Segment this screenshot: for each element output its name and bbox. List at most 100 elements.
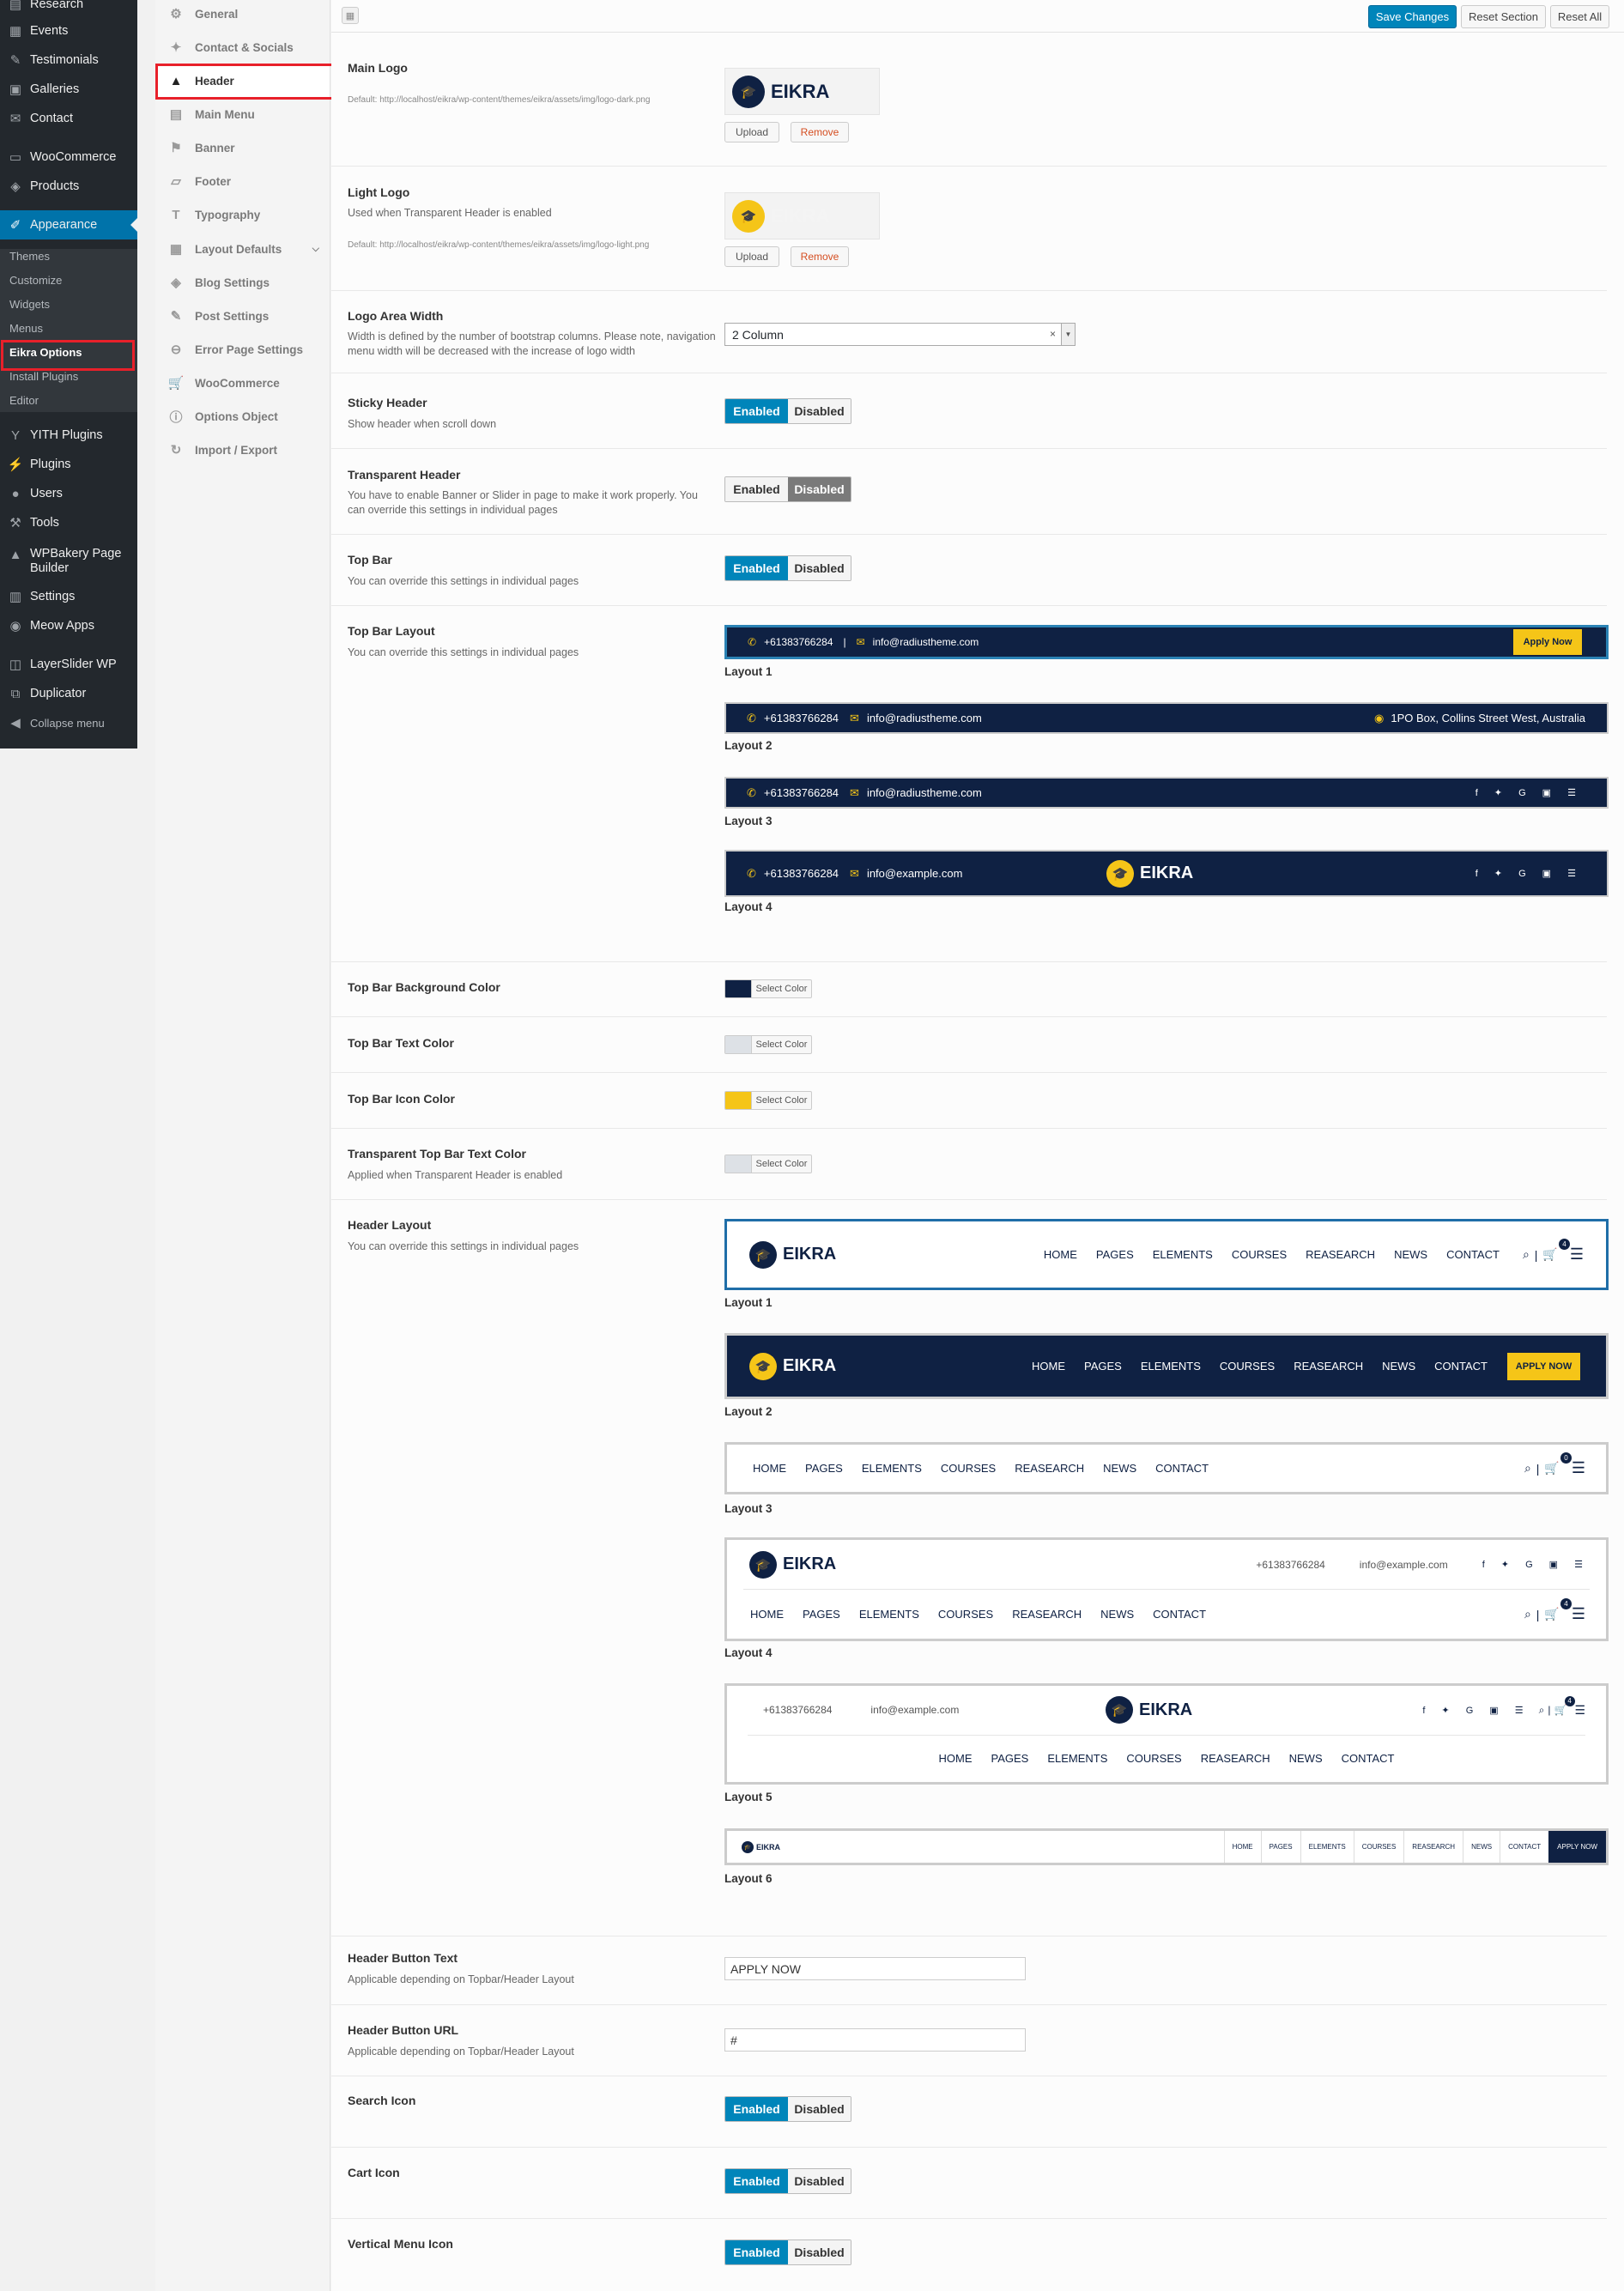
header-layout-6[interactable]: 🎓 EIKRA HOME PAGES ELEMENTS COURSES REASE… <box>724 1828 1609 1865</box>
header-layout-4[interactable]: 🎓 EIKRA +61383766284 info@example.com f ✦… <box>724 1537 1609 1641</box>
clear-icon[interactable]: × <box>1050 328 1056 340</box>
header-layout-1[interactable]: 🎓 EIKRA HOME PAGES ELEMENTS COURSES REASEARCH… <box>724 1219 1609 1290</box>
cart-icon: 🛒 <box>1542 1247 1558 1261</box>
divider <box>331 290 1607 291</box>
light-logo-remove-button[interactable]: Remove <box>791 246 849 267</box>
expand-icon[interactable]: ▦ <box>342 7 359 24</box>
enabled-option[interactable]: Enabled <box>725 2240 788 2264</box>
tb-bg-color-picker[interactable]: Select Color <box>724 979 812 998</box>
top-bar-layout-2[interactable]: ✆ +61383766284 ✉ info@radiustheme.com ◉ 1PO … <box>724 702 1609 734</box>
cart-icon-toggle[interactable]: Enabled Disabled <box>724 2168 851 2194</box>
header-layout-5[interactable]: +61383766284 info@example.com 🎓 EIKRA f ✦… <box>724 1683 1609 1785</box>
top-bar-toggle[interactable]: Enabled Disabled <box>724 555 851 581</box>
disabled-option[interactable]: Disabled <box>788 2097 851 2121</box>
reset-section-button[interactable]: Reset Section <box>1461 5 1546 28</box>
wp-menu-galleries[interactable]: ▣ Galleries <box>0 76 137 102</box>
graduation-cap-icon: 🎓 <box>749 1352 777 1380</box>
header-button-text-label: Header Button Text <box>348 1951 458 1965</box>
nav-typography[interactable]: T Typography <box>155 198 330 231</box>
transparent-header-label: Transparent Header <box>348 468 461 482</box>
wp-menu-settings[interactable]: ▥ Settings <box>0 584 137 609</box>
graduation-cap-icon: 🎓 <box>1106 859 1134 888</box>
search-icon-label: Search Icon <box>348 2094 416 2107</box>
transparent-header-toggle[interactable]: Enabled Disabled <box>724 476 851 502</box>
wp-menu-yith[interactable]: Y YITH Plugins <box>0 422 137 448</box>
wp-menu-plugins[interactable]: ⚡ Plugins <box>0 452 137 477</box>
reset-all-button[interactable]: Reset All <box>1550 5 1609 28</box>
nav-blog-settings[interactable]: ◈ Blog Settings <box>155 266 330 299</box>
wp-menu-woocommerce[interactable]: ▭ WooCommerce <box>0 144 137 170</box>
disabled-option[interactable]: Disabled <box>788 399 851 423</box>
header-layout-label: Header Layout <box>348 1218 432 1232</box>
cart-icon: 🛒 <box>1544 1607 1560 1621</box>
wp-menu-wpbakery[interactable]: ▲ WPBakery Page Builder <box>0 544 137 579</box>
cart-icon: 🛒 <box>167 376 185 391</box>
nav-main-menu[interactable]: ▤ Main Menu <box>155 98 330 130</box>
wp-menu-tools[interactable]: ⚒ Tools <box>0 510 137 536</box>
disabled-option[interactable]: Disabled <box>788 556 851 580</box>
top-bar-layout-3[interactable]: ✆ +61383766284 ✉ info@radiustheme.com f ✦ G… <box>724 777 1609 809</box>
wp-menu-meow[interactable]: ◉ Meow Apps <box>0 613 137 639</box>
header-button-url-input[interactable]: # <box>724 2028 1026 2052</box>
top-bar-layout-1[interactable]: ✆ +61383766284 | ✉ info@radiustheme.com Appl… <box>724 625 1609 659</box>
disabled-option[interactable]: Disabled <box>788 2169 851 2193</box>
tr-text-color-picker[interactable]: Select Color <box>724 1155 812 1173</box>
disabled-option[interactable]: Disabled <box>788 477 851 501</box>
enabled-option[interactable]: Enabled <box>725 399 788 423</box>
submenu-menus[interactable]: Menus <box>9 322 43 336</box>
wp-menu-contact[interactable]: ✉ Contact <box>0 106 137 131</box>
logo-width-select[interactable]: 2 Column × ▼ <box>724 323 1076 346</box>
wp-menu-collapse[interactable]: ◀ Collapse menu <box>0 710 137 736</box>
submenu-themes[interactable]: Themes <box>9 250 50 264</box>
nav-post-settings[interactable]: ✎ Post Settings <box>155 300 330 332</box>
header-layout-3[interactable]: HOME PAGES ELEMENTS COURSES REASEARCH NEWS CON… <box>724 1442 1609 1494</box>
wp-menu-research[interactable]: ▤ Research <box>0 0 137 17</box>
submenu-customize[interactable]: Customize <box>9 274 62 288</box>
light-logo-upload-button[interactable]: Upload <box>724 246 779 267</box>
enabled-option[interactable]: Enabled <box>725 556 788 580</box>
header-button-text-input[interactable]: APPLY NOW <box>724 1957 1026 1980</box>
save-changes-button[interactable]: Save Changes <box>1368 5 1457 28</box>
nav-footer[interactable]: ▱ Footer <box>155 165 330 197</box>
nav-options-object[interactable]: ⓘ Options Object <box>155 400 330 433</box>
wp-menu-duplicator[interactable]: ⧉ Duplicator <box>0 681 137 706</box>
nav-banner[interactable]: ⚑ Banner <box>155 131 330 164</box>
phone-icon: ✆ <box>747 785 756 799</box>
tb-icon-color-picker[interactable]: Select Color <box>724 1091 812 1110</box>
top-bar-layout-4[interactable]: ✆ +61383766284 ✉ info@example.com 🎓 EIKRA f … <box>724 850 1609 897</box>
nav-error-page[interactable]: ⊖ Error Page Settings <box>155 333 330 366</box>
wp-menu-events[interactable]: ▦ Events <box>0 18 137 44</box>
graduation-cap-icon: 🎓 <box>1106 1696 1133 1724</box>
nav-general[interactable]: ⚙ General <box>155 0 330 30</box>
graduation-cap-icon: 🎓 <box>732 75 765 108</box>
nav-layout-defaults[interactable]: ▦ Layout Defaults ⌵ <box>155 233 330 265</box>
nav-woocommerce[interactable]: 🛒 WooCommerce <box>155 367 330 399</box>
enabled-option[interactable]: Enabled <box>725 2169 788 2193</box>
main-logo-desc: Default: http://localhost/eikra/wp-conte… <box>348 95 651 105</box>
wp-menu-testimonials[interactable]: ✎ Testimonials <box>0 47 137 73</box>
nav-contact-socials[interactable]: ✦ Contact & Socials <box>155 31 330 64</box>
wp-menu-users[interactable]: ● Users <box>0 481 137 506</box>
vertical-menu-icon-label: Vertical Menu Icon <box>348 2237 453 2251</box>
enabled-option[interactable]: Enabled <box>725 2097 788 2121</box>
phone-icon: ✆ <box>747 711 756 724</box>
dropdown-arrow-icon[interactable]: ▼ <box>1061 324 1075 345</box>
envelope-icon: ✉ <box>850 785 859 799</box>
vertical-menu-icon-toggle[interactable]: Enabled Disabled <box>724 2239 851 2265</box>
wp-menu-appearance[interactable]: ✐ Appearance <box>0 210 137 239</box>
search-icon-toggle[interactable]: Enabled Disabled <box>724 2096 851 2122</box>
submenu-editor[interactable]: Editor <box>9 394 39 408</box>
hamburger-icon: ☰ <box>1571 1459 1585 1476</box>
main-logo-remove-button[interactable]: Remove <box>791 122 849 142</box>
wp-menu-layerslider[interactable]: ◫ LayerSlider WP <box>0 652 137 677</box>
sticky-header-toggle[interactable]: Enabled Disabled <box>724 398 851 424</box>
enabled-option[interactable]: Enabled <box>725 477 788 501</box>
wp-menu-products[interactable]: ◈ Products <box>0 173 137 199</box>
disabled-option[interactable]: Disabled <box>788 2240 851 2264</box>
submenu-install-plugins[interactable]: Install Plugins <box>9 370 78 384</box>
main-logo-upload-button[interactable]: Upload <box>724 122 779 142</box>
nav-import-export[interactable]: ↻ Import / Export <box>155 433 330 466</box>
tb-text-color-picker[interactable]: Select Color <box>724 1035 812 1054</box>
header-layout-2[interactable]: 🎓 EIKRA HOME PAGES ELEMENTS COURSES REASEARCH… <box>724 1333 1609 1399</box>
submenu-widgets[interactable]: Widgets <box>9 298 50 312</box>
